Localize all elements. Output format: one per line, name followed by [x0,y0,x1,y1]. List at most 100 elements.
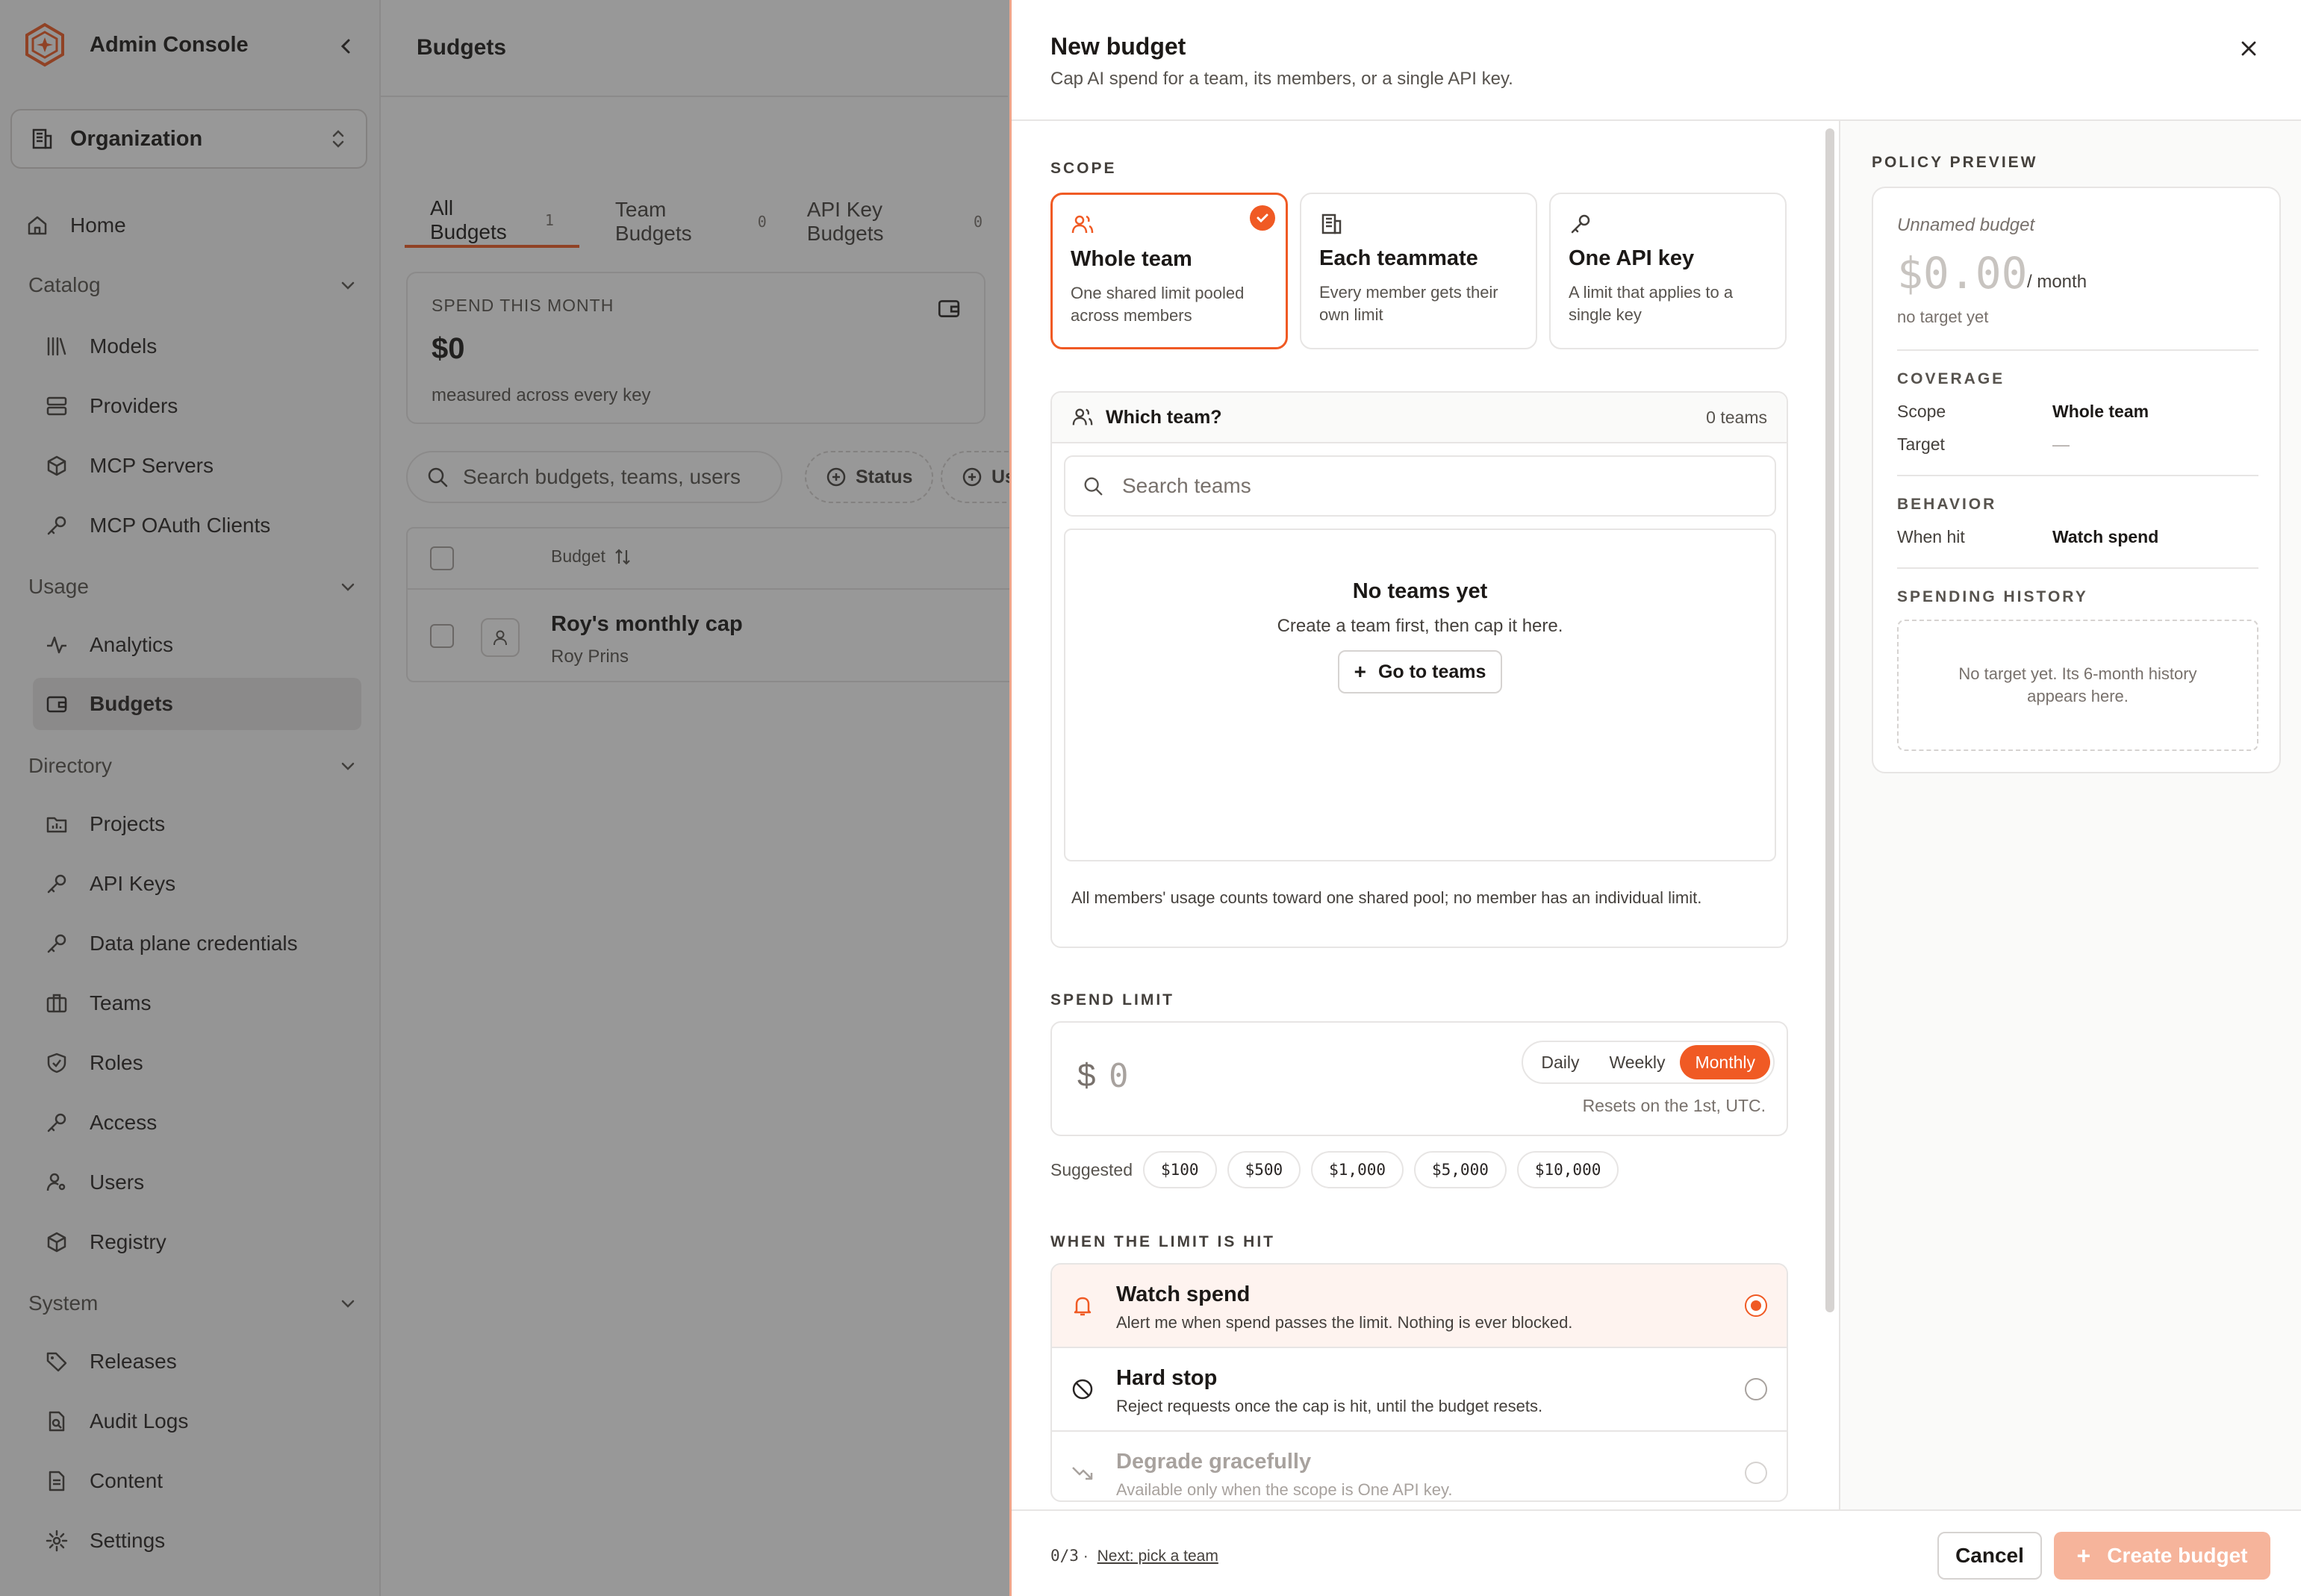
suggested-amounts: Suggested $100 $500 $1,000 $5,000 $10,00… [1050,1151,1619,1188]
bell-icon [1074,1297,1092,1316]
suggestion-pill[interactable]: $5,000 [1414,1151,1507,1188]
trending-down-icon [1072,1467,1093,1480]
history-label: SPENDING HISTORY [1897,588,2088,605]
period-weekly[interactable]: Weekly [1594,1045,1680,1079]
suggestion-pill[interactable]: $10,000 [1516,1151,1619,1188]
key-icon [1571,214,1590,234]
close-icon[interactable] [2236,36,2261,61]
behavior-label: BEHAVIOR [1897,496,1997,513]
team-search-input[interactable]: Search teams [1064,455,1776,517]
empty-desc: Create a team first, then cap it here. [1277,616,1563,636]
create-budget-button[interactable]: + Create budget [2054,1532,2270,1580]
suggestion-pill[interactable]: $500 [1227,1151,1301,1188]
form-scrollbar[interactable] [1825,128,1834,1312]
limit-behavior-options: Watch spend Alert me when spend passes t… [1050,1263,1788,1502]
building-icon [1321,213,1342,234]
scope-desc: One shared limit pooled across members [1071,284,1245,325]
policy-preview-card: Unnamed budget $0.00 / month no target y… [1872,187,2281,773]
next-step-link[interactable]: Next: pick a team [1097,1547,1218,1565]
drawer-header: New budget Cap AI spend for a team, its … [1012,0,2301,121]
amount-input[interactable]: 0 [1109,1057,1129,1095]
button-label: Create budget [2107,1544,2248,1567]
progress-separator: · [1083,1547,1089,1565]
progress-indicator: 0/3 · Next: pick a team [1050,1547,1218,1565]
coverage-label: COVERAGE [1897,370,2005,387]
go-to-teams-button[interactable]: + Go to teams [1337,650,1503,693]
preview-amount: $0.00 [1897,248,2028,299]
option-hard-stop[interactable]: Hard stop Reject requests once the cap i… [1052,1348,1787,1432]
option-degrade-gracefully: Degrade gracefully Available only when t… [1052,1432,1787,1500]
scope-key: Scope [1897,402,1946,421]
team-picker: Which team? 0 teams Search teams No team… [1050,391,1788,948]
suggested-label: Suggested [1050,1159,1133,1179]
scope-desc: Every member gets their own limit [1319,283,1498,324]
plus-icon: + [2076,1542,2091,1569]
divider [1897,349,2258,351]
divider [1897,475,2258,476]
team-picker-header: Which team? 0 teams [1052,393,1787,443]
option-desc: Available only when the scope is One API… [1116,1480,1453,1499]
selected-check-icon [1250,205,1275,231]
option-desc: Reject requests once the cap is hit, unt… [1116,1397,1543,1415]
budget-form: SCOPE Whole team One shared limit pooled… [1050,121,1864,1509]
when-hit-key: When hit [1897,527,1965,546]
scope-options: Whole team One shared limit pooled acros… [1050,193,1787,349]
divider [1897,567,2258,569]
preview-label: POLICY PREVIEW [1872,154,2038,171]
target-key: Target [1897,434,1945,454]
radio-button[interactable] [1745,1378,1767,1400]
spend-limit-field[interactable]: $ 0 Daily Weekly Monthly Resets on the 1… [1050,1021,1788,1136]
team-picker-title: Which team? [1106,406,1222,428]
limit-hit-label: WHEN THE LIMIT IS HIT [1050,1233,1275,1250]
modal-backdrop[interactable] [0,0,1009,1596]
when-hit-value: Watch spend [2052,527,2159,546]
drawer-title: New budget [1050,33,1186,60]
search-icon [1084,477,1103,496]
radio-button [1745,1462,1767,1484]
new-budget-drawer: New budget Cap AI spend for a team, its … [1009,0,2301,1596]
progress-count: 0/3 [1050,1547,1079,1565]
drawer-footer: 0/3 · Next: pick a team Cancel + Create … [1012,1509,2301,1596]
target-value: — [2052,434,2070,454]
app-root: Admin Console Organization Home Catalog … [0,0,2301,1596]
reset-note: Resets on the 1st, UTC. [1582,1096,1766,1115]
cancel-button[interactable]: Cancel [1937,1532,2042,1580]
scope-value: Whole team [2052,402,2149,421]
spend-limit-label: SPEND LIMIT [1050,991,1175,1009]
users-icon [1072,408,1093,426]
button-label: Go to teams [1377,661,1486,682]
plus-icon: + [1354,660,1366,683]
scope-title: One API key [1569,246,1695,270]
scope-each-teammate[interactable]: Each teammate Every member gets their ow… [1300,193,1537,349]
scope-title: Each teammate [1319,246,1478,270]
option-title: Watch spend [1116,1282,1251,1306]
ban-icon [1072,1379,1093,1400]
scope-one-api-key[interactable]: One API key A limit that applies to a si… [1549,193,1787,349]
period-monthly[interactable]: Monthly [1680,1045,1770,1079]
teams-empty-state: No teams yet Create a team first, then c… [1064,529,1776,861]
scope-desc: A limit that applies to a single key [1569,283,1734,324]
option-title: Degrade gracefully [1116,1450,1312,1474]
option-watch-spend[interactable]: Watch spend Alert me when spend passes t… [1052,1265,1787,1348]
preview-budget-name: Unnamed budget [1897,215,2035,235]
option-title: Hard stop [1116,1366,1218,1390]
drawer-subtitle: Cap AI spend for a team, its members, or… [1050,69,1513,89]
users-icon [1071,215,1094,234]
scope-title: Whole team [1071,247,1192,271]
option-desc: Alert me when spend passes the limit. No… [1116,1313,1573,1332]
history-empty-state: No target yet. Its 6-month history appea… [1897,620,2258,751]
empty-title: No teams yet [1352,579,1488,603]
suggestion-pill[interactable]: $1,000 [1311,1151,1404,1188]
scope-label: SCOPE [1050,160,1117,177]
team-count: 0 teams [1706,407,1767,427]
scope-whole-team[interactable]: Whole team One shared limit pooled acros… [1050,193,1288,349]
period-daily[interactable]: Daily [1526,1045,1594,1079]
suggestion-pill[interactable]: $100 [1142,1151,1217,1188]
currency-symbol: $ [1077,1057,1096,1094]
team-search-placeholder: Search teams [1122,474,1251,497]
period-toggle: Daily Weekly Monthly [1522,1041,1775,1084]
radio-button[interactable] [1745,1294,1767,1317]
scope-note: All members' usage counts toward one sha… [1071,888,1702,907]
preview-target-note: no target yet [1897,308,1989,326]
preview-period: / month [2027,272,2087,292]
